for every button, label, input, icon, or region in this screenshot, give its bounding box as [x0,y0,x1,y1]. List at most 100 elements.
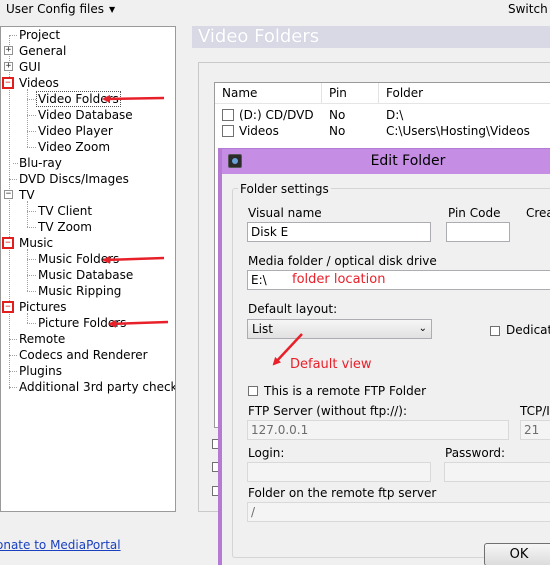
dedicated-label: Dedicate [506,323,550,337]
folder-settings-title: Folder settings [238,182,331,196]
tree-item-3rd-party-checks[interactable]: Additional 3rd party checks [18,379,176,395]
tree-item-label: Video Zoom [38,140,111,154]
tree-item-label: Codecs and Renderer [19,348,148,362]
row-checkbox[interactable] [222,109,234,121]
collapse-videos-icon[interactable]: − [2,77,14,89]
default-layout-value: List [252,322,273,336]
password-label: Password: [445,446,506,460]
tree-item-music[interactable]: Music [18,235,54,251]
expand-gui-icon[interactable]: + [4,62,13,71]
tree-item-label: Music Folders [38,252,120,266]
tree-item-label: TV Zoom [38,220,92,234]
remote-ftp-checkbox[interactable] [248,386,258,396]
default-layout-label: Default layout: [248,302,338,316]
tree-item-label: Plugins [19,364,62,378]
user-config-files-menu[interactable]: User Config files ▼ [6,2,115,16]
tree-item-pictures[interactable]: Pictures [18,299,68,315]
switch-button[interactable]: Switch t [508,2,550,16]
settings-tree[interactable]: + + − − − − Project General GUI Videos V… [0,26,176,512]
tree-item-label: Video Folders [36,91,121,107]
tree-item-blu-ray[interactable]: Blu-ray [18,155,63,171]
column-header-name[interactable]: Name [215,83,322,103]
donate-link[interactable]: onate to MediaPortal [0,538,121,552]
remote-ftp-label: This is a remote FTP Folder [264,384,427,398]
media-folder-label: Media folder / optical disk drive [248,254,437,268]
tree-item-label: Picture Folders [38,316,127,330]
tree-item-codecs-renderer[interactable]: Codecs and Renderer [18,347,149,363]
row-folder: D:\ [386,108,404,122]
row-name: Videos [239,124,279,138]
tree-item-music-ripping[interactable]: Music Ripping [37,283,122,299]
tree-item-label: DVD Discs/Images [19,172,129,186]
expand-general-icon[interactable]: + [4,46,13,55]
tree-item-music-database[interactable]: Music Database [37,267,134,283]
ok-button[interactable]: OK [484,543,550,565]
tree-item-label: TV Client [38,204,93,218]
tree-item-label: Video Player [38,124,113,138]
tree-item-general[interactable]: General [18,43,67,59]
tree-item-music-folders[interactable]: Music Folders [37,251,120,267]
tree-item-plugins[interactable]: Plugins [18,363,63,379]
tcp-port-input[interactable]: 21 [520,420,550,440]
login-input[interactable] [247,462,431,482]
tree-item-label: Music [19,236,54,250]
tree-item-videos[interactable]: Videos [18,75,60,91]
tcp-port-label: TCP/I [520,404,550,418]
chevron-down-icon: ▼ [109,5,116,14]
row-name: (D:) CD/DVD [239,108,314,122]
tree-item-tv-zoom[interactable]: TV Zoom [37,219,93,235]
pin-code-input[interactable] [446,222,510,242]
column-header-pin[interactable]: Pin [322,83,379,103]
remote-folder-input[interactable]: / [247,502,550,522]
remote-folder-label: Folder on the remote ftp server [248,486,437,500]
tree-item-label: GUI [19,60,41,74]
tree-item-label: Music Ripping [38,284,122,298]
collapse-pictures-icon[interactable]: − [2,301,14,313]
ftp-server-input[interactable]: 127.0.0.1 [247,420,509,440]
dialog-body: Folder settings Visual name Disk E Pin C… [222,174,550,565]
tree-item-video-player[interactable]: Video Player [37,123,114,139]
tree-item-gui[interactable]: GUI [18,59,42,75]
tree-item-label: Project [19,28,61,42]
tree-item-tv[interactable]: TV [18,187,36,203]
login-label: Login: [248,446,285,460]
tree-item-video-zoom[interactable]: Video Zoom [37,139,111,155]
section-header: Video Folders [192,26,550,48]
dedicated-checkbox[interactable] [490,326,500,336]
ftp-server-label: FTP Server (without ftp://): [248,404,408,418]
chevron-down-icon: ⌄ [418,323,427,334]
default-layout-select[interactable]: List ⌄ [247,319,432,339]
dialog-titlebar[interactable]: Edit Folder [222,149,550,174]
row-pin: No [329,108,346,122]
edit-folder-dialog: Edit Folder Folder settings Visual name … [218,148,550,565]
pin-code-label: Pin Code [448,206,501,220]
create-label: Creat [526,206,550,220]
table-row[interactable]: (D:) CD/DVD No D:\ [215,107,550,123]
tree-item-dvd-discs[interactable]: DVD Discs/Images [18,171,130,187]
user-config-files-label: User Config files [6,2,105,16]
tree-item-picture-folders[interactable]: Picture Folders [37,315,127,331]
password-input[interactable] [444,462,550,482]
tree-item-label: Pictures [19,300,67,314]
row-folder: C:\Users\Hosting\Videos [386,124,530,138]
tree-item-label: Blu-ray [19,156,62,170]
tree-item-label: Remote [19,332,66,346]
default-view-annotation: Default view [290,357,372,372]
tree-item-label: Video Database [38,108,133,122]
tree-item-label: Videos [19,76,59,90]
tree-item-label: Additional 3rd party checks [19,380,176,394]
visual-name-input[interactable]: Disk E [247,222,431,242]
folder-location-annotation: folder location [292,272,386,287]
collapse-tv-icon[interactable]: − [4,190,13,199]
tree-item-project[interactable]: Project [18,27,61,43]
table-row[interactable]: Videos No C:\Users\Hosting\Videos [215,123,550,139]
tree-item-video-folders[interactable]: Video Folders [36,91,121,107]
tree-item-label: Music Database [38,268,134,282]
collapse-music-icon[interactable]: − [2,237,14,249]
row-checkbox[interactable] [222,125,234,137]
tree-item-video-database[interactable]: Video Database [37,107,134,123]
tree-item-tv-client[interactable]: TV Client [37,203,93,219]
dialog-title: Edit Folder [370,153,446,169]
column-header-folder[interactable]: Folder [379,83,550,103]
tree-item-remote[interactable]: Remote [18,331,66,347]
